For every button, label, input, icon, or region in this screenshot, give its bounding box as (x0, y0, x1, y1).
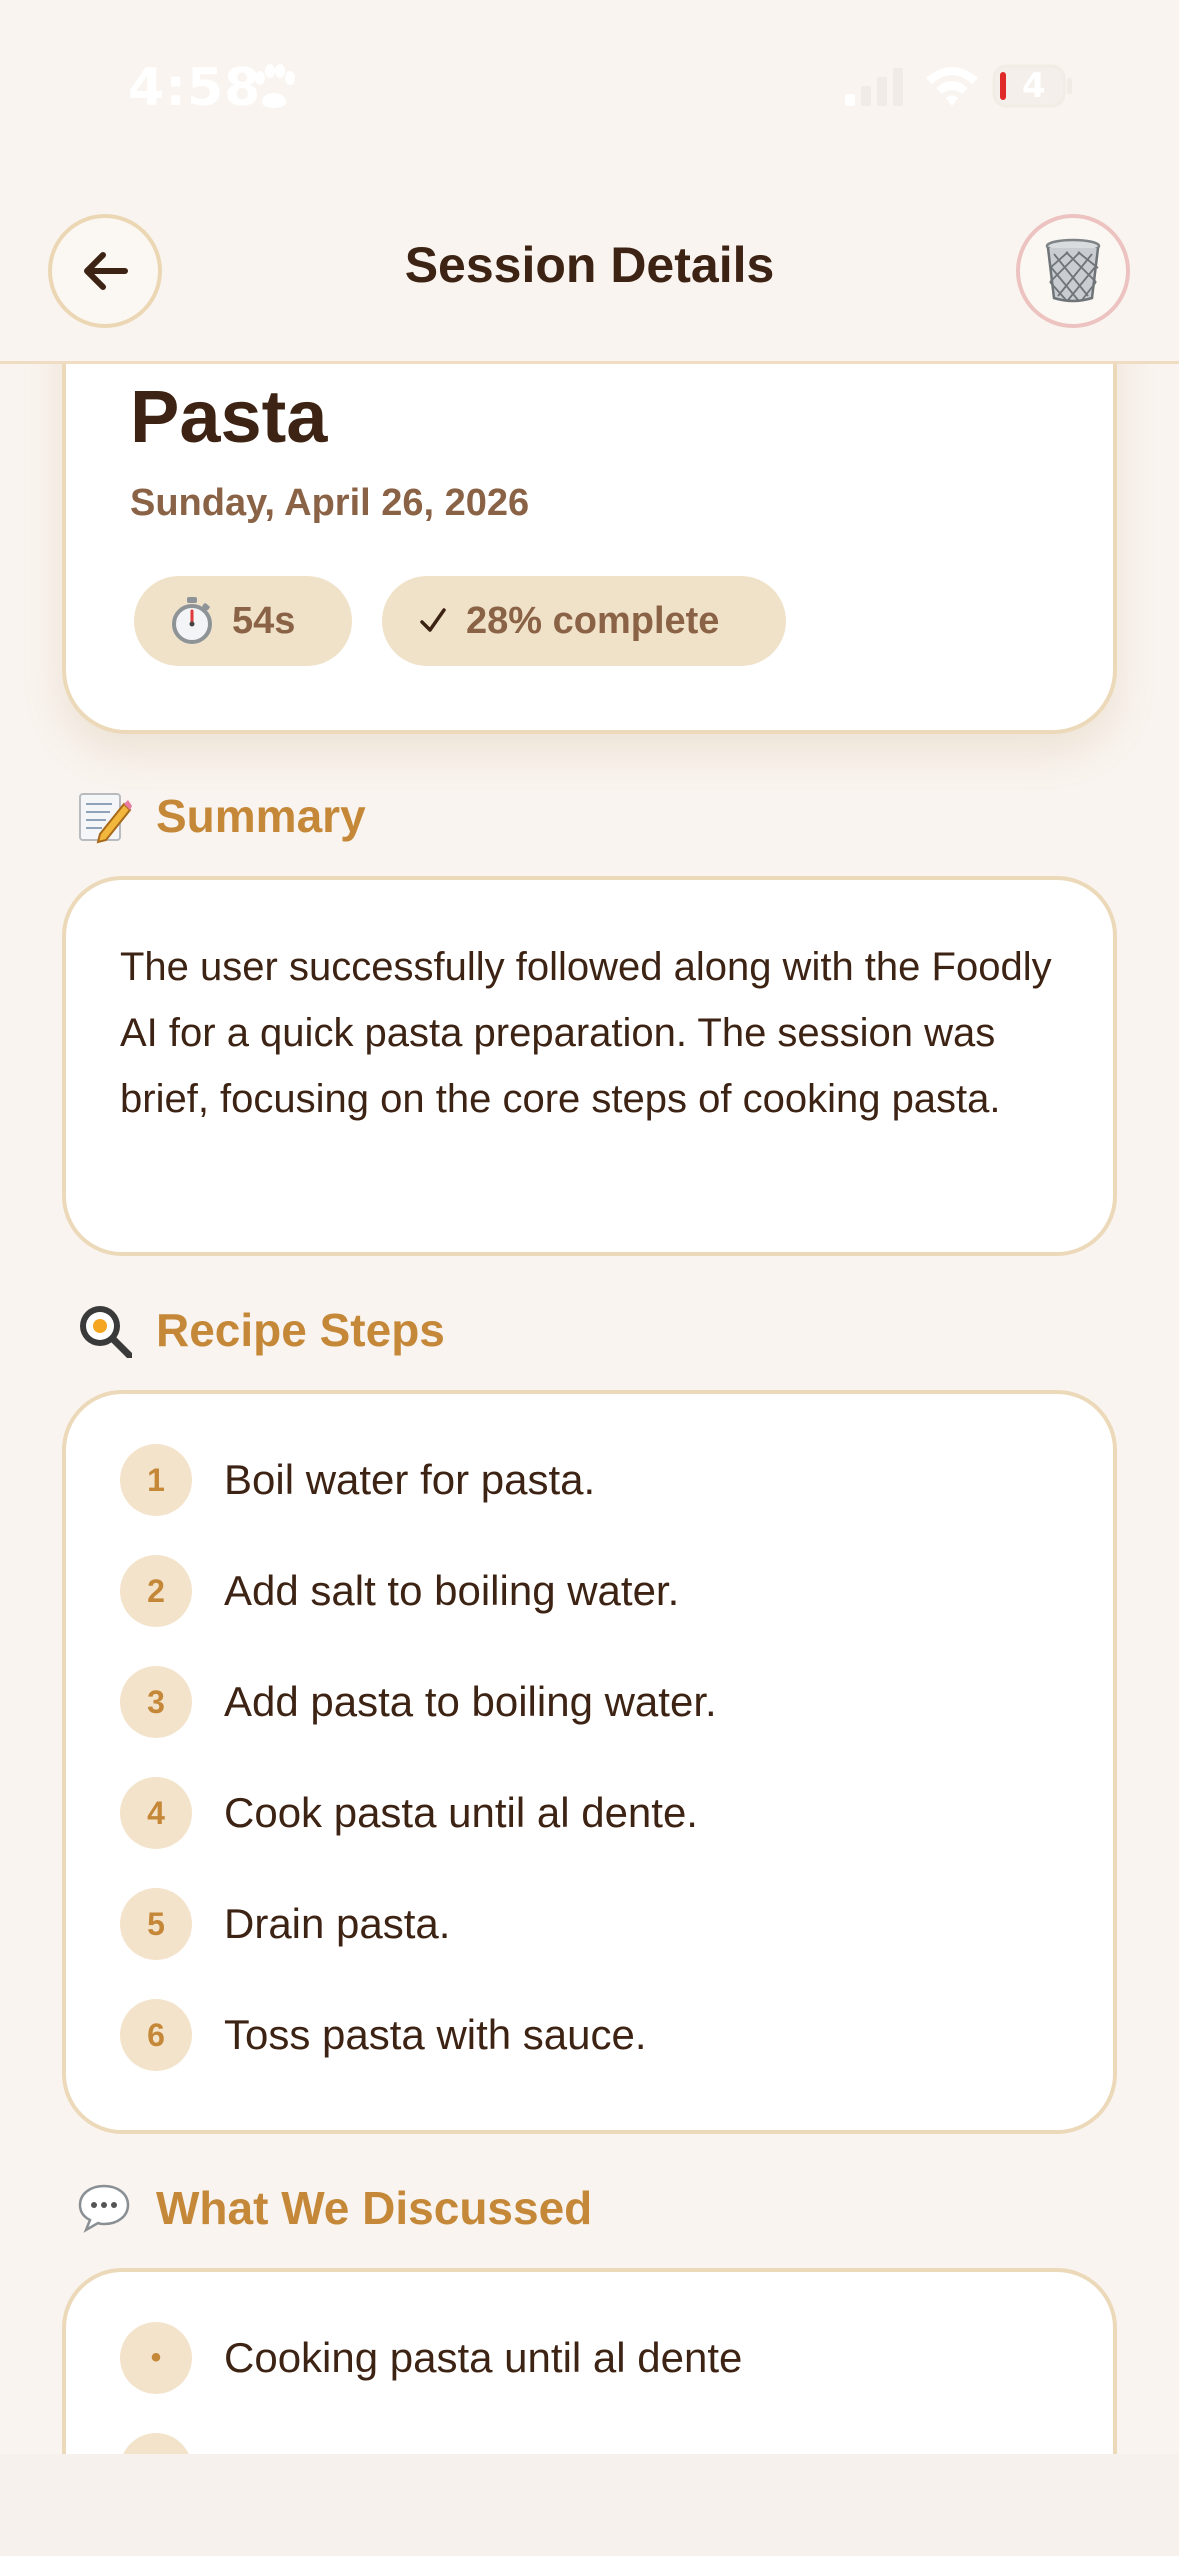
recipe-title: Pasta (130, 375, 328, 458)
step-text: Add pasta to boiling water. (224, 1678, 717, 1725)
list-item (120, 2433, 192, 2454)
frying-pan-icon (80, 1306, 132, 1358)
recipe-steps-card: 1 Boil water for pasta. 2 Add salt to bo… (62, 1390, 1117, 2134)
duration-value: 54s (232, 599, 296, 642)
step-text: Cook pasta until al dente. (224, 1789, 698, 1836)
step-number-badge: 1 (120, 1444, 192, 1516)
checkmark-icon (420, 608, 446, 632)
step-text: Drain pasta. (224, 1900, 451, 1947)
recipe-steps-heading: Recipe Steps (76, 1302, 445, 1358)
discussed-heading-label: What We Discussed (156, 2182, 593, 2234)
page-title: Session Details (404, 237, 775, 293)
step-text: Boil water for pasta. (224, 1456, 596, 1503)
list-item: • Cooking pasta until al dente (120, 2322, 742, 2394)
duration-chip: 54s (134, 576, 352, 666)
status-time: 4:58 (128, 58, 262, 118)
summary-card: The user successfully followed along wit… (62, 876, 1117, 1256)
step-row: 1 Boil water for pasta. (120, 1444, 595, 1516)
progress-chip: 28% complete (382, 576, 786, 666)
step-row: 6 Toss pasta with sauce. (120, 1999, 647, 2071)
stopwatch-icon (172, 597, 212, 644)
nav-bar: Session Details (0, 180, 1179, 364)
summary-text: The user successfully followed along wit… (120, 945, 1052, 1121)
step-text: Toss pasta with sauce. (224, 2011, 647, 2058)
memo-icon (79, 793, 132, 844)
recipe-steps-heading-label: Recipe Steps (156, 1304, 445, 1356)
progress-label: 28% complete (466, 599, 720, 642)
step-number-badge: 5 (120, 1888, 192, 1960)
step-number-badge: 3 (120, 1666, 192, 1738)
battery-level: 4 (1022, 66, 1046, 106)
step-text: Add salt to boiling water. (224, 1567, 680, 1614)
bullet-badge (120, 2433, 192, 2454)
discussed-heading: What We Discussed (76, 2180, 592, 2236)
step-number-badge: 2 (120, 1555, 192, 1627)
step-row: 4 Cook pasta until al dente. (120, 1777, 698, 1849)
discussed-item-text: Cooking pasta until al dente (224, 2334, 743, 2381)
step-number-badge: 4 (120, 1777, 192, 1849)
wifi-icon (926, 67, 978, 106)
status-bar: 4:58 4 (0, 0, 1179, 180)
bullet-badge: • (120, 2322, 192, 2394)
bottom-safe-area (0, 2454, 1179, 2556)
paw-icon (255, 64, 295, 108)
delete-session-button[interactable] (1016, 214, 1130, 328)
session-content[interactable]: Pasta Sunday, April 26, 2026 54s 28% com… (0, 364, 1179, 2454)
discussed-card: • Cooking pasta until al dente (62, 2268, 1117, 2454)
trash-can-icon (1045, 238, 1101, 303)
step-row: 2 Add salt to boiling water. (120, 1555, 679, 1627)
speech-bubble-icon (78, 2184, 130, 2233)
session-header-card: Pasta Sunday, April 26, 2026 54s 28% com… (62, 364, 1117, 734)
step-number-badge: 6 (120, 1999, 192, 2071)
cellular-signal-icon (845, 68, 903, 106)
session-date: Sunday, April 26, 2026 (130, 482, 530, 524)
screen: 4:58 4 Session Details Pasta Sunday, Apr… (0, 0, 1179, 2556)
step-row: 5 Drain pasta. (120, 1888, 450, 1960)
summary-heading-label: Summary (156, 790, 366, 842)
summary-heading: Summary (76, 788, 366, 844)
step-row: 3 Add pasta to boiling water. (120, 1666, 717, 1738)
